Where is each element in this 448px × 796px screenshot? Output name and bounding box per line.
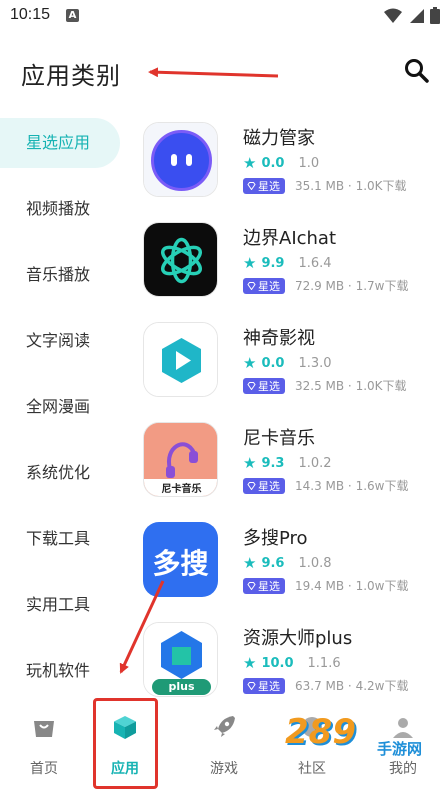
app-version: 1.0.2 bbox=[298, 455, 332, 471]
featured-badge: 星选 bbox=[243, 477, 285, 494]
badge-label: 星选 bbox=[258, 479, 280, 493]
app-version: 1.0.8 bbox=[298, 555, 332, 571]
sidebar-item-comics[interactable]: 全网漫画 bbox=[0, 382, 120, 432]
duosou-icon: 多搜 bbox=[143, 522, 218, 597]
list-item[interactable]: 磁力管家 ★ 0.0 1.0 星选 35.1 MB · 1.0K下载 bbox=[143, 122, 443, 202]
app-version: 1.6.4 bbox=[298, 255, 332, 271]
status-bar: 10:15 A bbox=[0, 0, 448, 32]
list-item[interactable]: 边界AIchat ★ 9.9 1.6.4 星选 72.9 MB · 1.7w下载 bbox=[143, 222, 443, 302]
badge-label: 星选 bbox=[258, 579, 280, 593]
diamond-icon bbox=[247, 581, 256, 590]
search-button[interactable] bbox=[403, 57, 431, 85]
sidebar-item-featured[interactable]: 星选应用 bbox=[0, 118, 120, 168]
sidebar-item-reading[interactable]: 文字阅读 bbox=[0, 316, 120, 366]
list-item[interactable]: plus 资源大师plus ★ 10.0 1.1.6 星选 63.7 MB · … bbox=[143, 622, 443, 702]
wifi-icon bbox=[384, 8, 402, 23]
star-icon: ★ bbox=[243, 354, 257, 372]
sidebar-item-phone-tools[interactable]: 玩机软件 bbox=[0, 646, 120, 696]
icon-caption: 尼卡音乐 bbox=[161, 484, 202, 495]
annotation-arrow-title bbox=[148, 67, 279, 78]
featured-badge: 星选 bbox=[243, 177, 285, 194]
magnet-manager-icon bbox=[143, 122, 218, 197]
home-bag-icon bbox=[34, 721, 54, 737]
search-icon bbox=[405, 59, 429, 83]
star-icon: ★ bbox=[243, 654, 257, 672]
app-name: 边界AIchat bbox=[243, 228, 337, 249]
app-version: 1.0 bbox=[298, 155, 320, 171]
nav-home[interactable]: 首页 bbox=[9, 714, 79, 778]
battery-icon bbox=[430, 7, 440, 24]
sidebar-item-download-tools[interactable]: 下载工具 bbox=[0, 514, 120, 564]
app-name: 资源大师plus bbox=[243, 628, 353, 649]
sidebar-item-optimize[interactable]: 系统优化 bbox=[0, 448, 120, 498]
star-icon: ★ bbox=[243, 554, 257, 572]
rocket-icon bbox=[214, 716, 235, 737]
resource-master-icon: plus bbox=[143, 622, 218, 697]
watermark-text: 手游网 bbox=[377, 740, 423, 758]
watermark-logo: 289 手游网 bbox=[285, 712, 445, 762]
boundary-aichat-icon bbox=[143, 222, 218, 297]
diamond-icon bbox=[247, 181, 256, 190]
nav-label: 游戏 bbox=[210, 761, 238, 777]
icon-caption: plus bbox=[168, 680, 195, 693]
app-meta: 32.5 MB · 1.0K下载 bbox=[295, 379, 407, 393]
app-version: 1.1.6 bbox=[307, 655, 341, 671]
badge-label: 星选 bbox=[258, 179, 280, 193]
sidebar-item-video[interactable]: 视频播放 bbox=[0, 184, 120, 234]
badge-label: 星选 bbox=[258, 279, 280, 293]
app-score: 0.0 bbox=[261, 355, 285, 371]
app-name: 神奇影视 bbox=[243, 328, 315, 349]
app-meta: 14.3 MB · 1.6w下载 bbox=[295, 479, 409, 493]
app-meta: 63.7 MB · 4.2w下载 bbox=[295, 679, 409, 693]
featured-badge: 星选 bbox=[243, 677, 285, 694]
notification-icon: A bbox=[66, 9, 79, 22]
page-title: 应用类别 bbox=[21, 62, 121, 90]
annotation-highlight-box bbox=[93, 698, 158, 789]
list-item[interactable]: 尼卡音乐 尼卡音乐 ★ 9.3 1.0.2 星选 14.3 MB · 1.6w下… bbox=[143, 422, 443, 502]
star-icon: ★ bbox=[243, 254, 257, 272]
app-name: 尼卡音乐 bbox=[243, 428, 315, 449]
sidebar-item-music[interactable]: 音乐播放 bbox=[0, 250, 120, 300]
list-item[interactable]: 多搜 多搜Pro ★ 9.6 1.0.8 星选 19.4 MB · 1.0w下载 bbox=[143, 522, 443, 602]
star-icon: ★ bbox=[243, 154, 257, 172]
diamond-icon bbox=[247, 381, 256, 390]
app-score: 9.3 bbox=[261, 455, 285, 471]
app-score: 9.9 bbox=[261, 255, 285, 271]
badge-label: 星选 bbox=[258, 379, 280, 393]
app-meta: 72.9 MB · 1.7w下载 bbox=[295, 279, 409, 293]
app-score: 10.0 bbox=[261, 655, 294, 671]
status-time: 10:15 bbox=[10, 6, 51, 23]
headphones-icon: 尼卡音乐 bbox=[143, 422, 218, 497]
app-score: 0.0 bbox=[261, 155, 285, 171]
featured-badge: 星选 bbox=[243, 577, 285, 594]
diamond-icon bbox=[247, 481, 256, 490]
play-video-icon bbox=[143, 322, 218, 397]
featured-badge: 星选 bbox=[243, 277, 285, 294]
app-version: 1.3.0 bbox=[298, 355, 332, 371]
icon-caption: 多搜 bbox=[152, 547, 209, 580]
nav-label: 首页 bbox=[30, 761, 58, 777]
app-name: 多搜Pro bbox=[243, 528, 308, 549]
diamond-icon bbox=[247, 681, 256, 690]
featured-badge: 星选 bbox=[243, 377, 285, 394]
cellular-signal-icon bbox=[410, 8, 424, 23]
sidebar-item-utilities[interactable]: 实用工具 bbox=[0, 580, 120, 630]
app-meta: 19.4 MB · 1.0w下载 bbox=[295, 579, 409, 593]
badge-label: 星选 bbox=[258, 679, 280, 693]
app-score: 9.6 bbox=[261, 555, 285, 571]
watermark-logo-number: 289 bbox=[285, 712, 356, 752]
nav-games[interactable]: 游戏 bbox=[189, 714, 259, 778]
app-meta: 35.1 MB · 1.0K下载 bbox=[295, 179, 407, 193]
list-item[interactable]: 神奇影视 ★ 0.0 1.3.0 星选 32.5 MB · 1.0K下载 bbox=[143, 322, 443, 402]
star-icon: ★ bbox=[243, 454, 257, 472]
diamond-icon bbox=[247, 281, 256, 290]
app-name: 磁力管家 bbox=[243, 128, 315, 149]
